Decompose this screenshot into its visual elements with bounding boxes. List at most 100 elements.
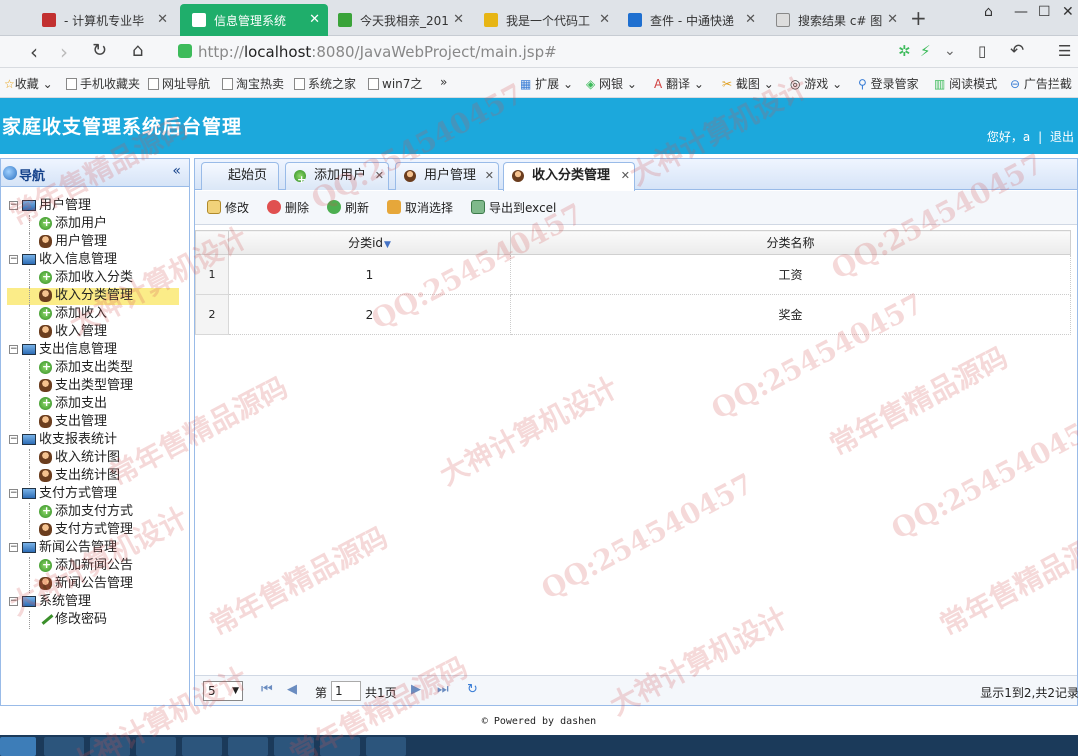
sidebar-item[interactable]: 用户管理 — [1, 233, 189, 251]
collapse-toggle-icon[interactable]: − — [9, 597, 18, 606]
back-icon[interactable]: ‹ — [30, 40, 38, 64]
sidebar-item[interactable]: 收入分类管理 — [1, 287, 189, 305]
start-button[interactable] — [0, 737, 36, 756]
prev-page-icon[interactable]: ◀ — [287, 682, 297, 697]
edit-button[interactable]: 修改 — [207, 199, 249, 216]
window-close-icon[interactable]: ✕ — [1062, 4, 1074, 20]
shirt-icon[interactable]: ⌂ — [984, 4, 993, 20]
taskbar-app-icon[interactable] — [44, 737, 84, 756]
sidebar-group[interactable]: − 收支报表统计 — [1, 431, 189, 449]
sidebar-item[interactable]: 新闻公告管理 — [1, 575, 189, 593]
sidebar-item[interactable]: 支出管理 — [1, 413, 189, 431]
sidebar-item[interactable]: 添加支出 — [1, 394, 189, 413]
browser-tab-2[interactable]: 信息管理系统 ✕ — [180, 4, 328, 36]
sidebar-group[interactable]: − 用户管理 — [1, 197, 189, 215]
minimize-icon[interactable]: — — [1014, 4, 1028, 20]
close-icon[interactable]: ✕ — [375, 163, 384, 189]
phone-icon[interactable]: ▯ — [978, 42, 986, 60]
maximize-icon[interactable]: ☐ — [1038, 4, 1051, 20]
taskbar-app-icon[interactable] — [90, 737, 130, 756]
tab-income-category-manage[interactable]: 收入分类管理 ✕ — [503, 162, 635, 191]
tab-home[interactable]: 起始页 — [201, 162, 279, 190]
extensions-menu[interactable]: ▦ 扩展 ⌄ — [520, 75, 573, 92]
sidebar-item[interactable]: 收入统计图 — [1, 449, 189, 467]
new-tab-button[interactable]: + — [910, 6, 927, 30]
reload-icon[interactable]: ↻ — [92, 40, 107, 61]
taskbar-app-icon[interactable] — [136, 737, 176, 756]
collapse-toggle-icon[interactable]: − — [9, 201, 18, 210]
bookmark-item[interactable]: 手机收藏夹 — [66, 75, 140, 92]
bookmark-item[interactable]: 系统之家 — [294, 75, 356, 92]
browser-tab-1[interactable]: - 计算机专业毕 ✕ — [30, 4, 176, 36]
sidebar-item[interactable]: 添加支出类型 — [1, 358, 189, 377]
collapse-toggle-icon[interactable]: − — [9, 345, 18, 354]
cancel-selection-button[interactable]: 取消选择 — [387, 199, 453, 216]
bookmark-item[interactable]: ☆收藏 ⌄ — [4, 75, 53, 92]
sidebar-group[interactable]: − 支付方式管理 — [1, 485, 189, 503]
table-row[interactable]: 1 1 工资 — [195, 254, 1071, 295]
close-icon[interactable]: ✕ — [157, 12, 168, 27]
bookmark-item[interactable]: win7之 — [368, 75, 422, 92]
column-header-category-name[interactable]: 分类名称 — [510, 230, 1071, 255]
table-row[interactable]: 2 2 奖金 — [195, 294, 1071, 335]
browser-tab-3[interactable]: 今天我相亲_201 ✕ — [326, 4, 472, 36]
collapse-toggle-icon[interactable]: − — [9, 489, 18, 498]
sidebar-item[interactable]: 添加收入 — [1, 304, 189, 323]
undo-icon[interactable]: ↶ — [1010, 41, 1024, 61]
last-page-icon[interactable]: ⏭ — [437, 682, 449, 697]
menu-icon[interactable]: ☰ — [1058, 42, 1071, 60]
close-icon[interactable]: ✕ — [621, 163, 630, 189]
bank-menu[interactable]: ◈ 网银 ⌄ — [586, 75, 637, 92]
sidebar-item[interactable]: 添加支付方式 — [1, 502, 189, 521]
taskbar-app-icon[interactable] — [366, 737, 406, 756]
page-number-input[interactable]: 1 — [331, 681, 361, 701]
taskbar-app-icon[interactable] — [228, 737, 268, 756]
next-page-icon[interactable]: ▶ — [411, 682, 421, 697]
sidebar-item[interactable]: 添加新闻公告 — [1, 556, 189, 575]
url-field[interactable]: http://localhost:8080/JavaWebProject/mai… — [198, 40, 557, 64]
close-icon[interactable]: ✕ — [745, 12, 756, 27]
games-menu[interactable]: ◎ 游戏 ⌄ — [790, 75, 842, 92]
lightning-icon[interactable]: ⚡ — [920, 42, 931, 60]
sidebar-group[interactable]: − 支出信息管理 — [1, 341, 189, 359]
collapse-toggle-icon[interactable]: − — [9, 543, 18, 552]
sidebar-item[interactable]: 收入管理 — [1, 323, 189, 341]
taskbar-app-icon[interactable] — [182, 737, 222, 756]
close-icon[interactable]: ✕ — [453, 12, 464, 27]
browser-tab-5[interactable]: 查件 - 中通快递 ✕ — [616, 4, 764, 36]
browser-tab-4[interactable]: 我是一个代码工 ✕ — [472, 4, 618, 36]
tray-icons[interactable] — [1000, 737, 1074, 756]
ad-block-button[interactable]: ⊖ 广告拦截 — [1010, 75, 1072, 92]
column-header-category-id[interactable]: 分类id▼ — [228, 230, 511, 255]
sidebar-item[interactable]: 支出类型管理 — [1, 377, 189, 395]
refresh-button[interactable]: 刷新 — [327, 199, 369, 216]
tab-user-manage[interactable]: 用户管理 ✕ — [395, 162, 499, 190]
page-size-select[interactable]: 5 ▼ — [203, 681, 243, 701]
collapse-icon[interactable]: « — [172, 163, 181, 179]
close-icon[interactable]: ✕ — [485, 163, 494, 189]
sidebar-group[interactable]: − 新闻公告管理 — [1, 539, 189, 557]
screenshot-menu[interactable]: ✂ 截图 ⌄ — [722, 75, 774, 92]
extension-icon[interactable]: ✲ — [898, 42, 911, 60]
taskbar-app-icon[interactable] — [274, 737, 314, 756]
browser-tab-6[interactable]: 搜索结果 c# 图 ✕ — [764, 4, 906, 36]
close-icon[interactable]: ✕ — [309, 12, 320, 27]
delete-button[interactable]: 删除 — [267, 199, 309, 216]
sidebar-group[interactable]: − 收入信息管理 — [1, 251, 189, 269]
collapse-toggle-icon[interactable]: − — [9, 435, 18, 444]
taskbar-app-icon[interactable] — [320, 737, 360, 756]
sidebar-item[interactable]: 添加收入分类 — [1, 268, 189, 287]
logout-link[interactable]: 退出 — [1050, 130, 1074, 144]
first-page-icon[interactable]: ⏮ — [261, 682, 273, 697]
sidebar-item[interactable]: 支付方式管理 — [1, 521, 189, 539]
forward-icon[interactable]: › — [60, 40, 68, 64]
reading-mode-button[interactable]: ▥ 阅读模式 — [934, 75, 997, 92]
tab-add-user[interactable]: 添加用户 ✕ — [285, 162, 389, 193]
close-icon[interactable]: ✕ — [887, 12, 898, 27]
chevron-down-icon[interactable]: ⌄ — [944, 43, 956, 59]
sidebar-item[interactable]: 添加用户 — [1, 214, 189, 233]
collapse-toggle-icon[interactable]: − — [9, 255, 18, 264]
translate-menu[interactable]: A 翻译 ⌄ — [654, 75, 704, 92]
sidebar-item[interactable]: 支出统计图 — [1, 467, 189, 485]
refresh-icon[interactable]: ↻ — [467, 682, 478, 697]
